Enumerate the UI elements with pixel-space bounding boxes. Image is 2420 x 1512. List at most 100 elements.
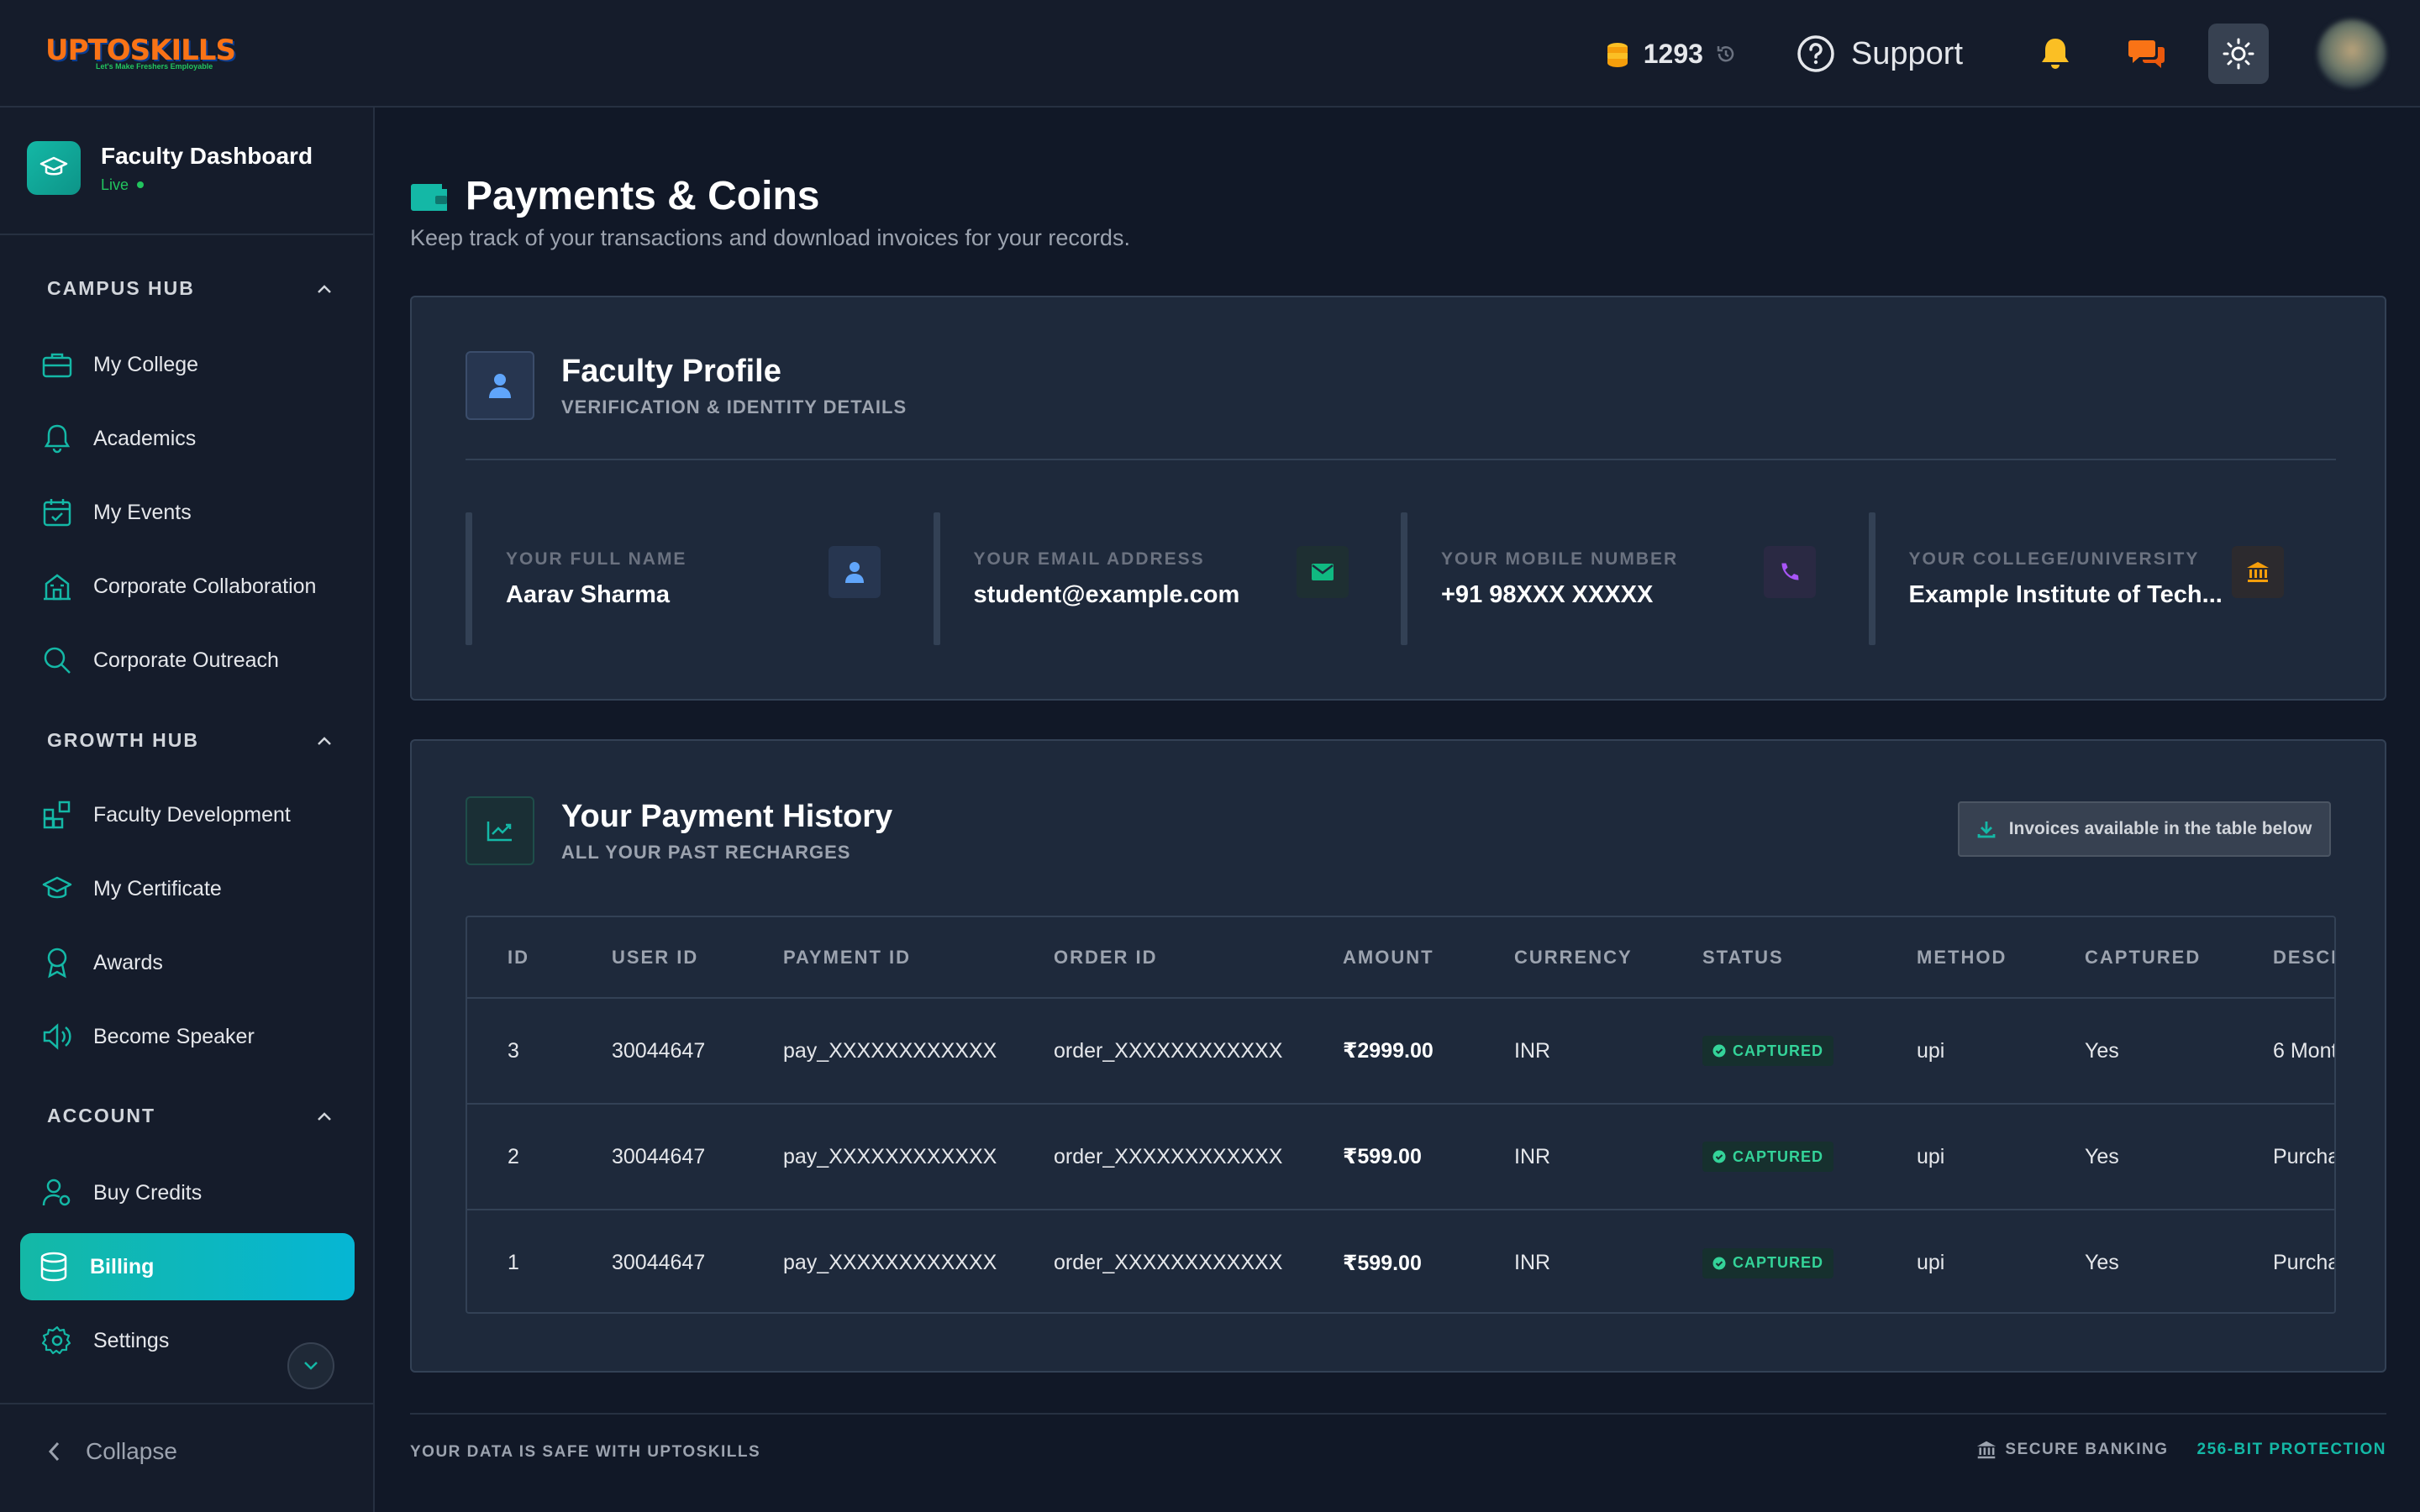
column-header[interactable]: ORDER ID — [1013, 917, 1302, 999]
faculty-profile-card: Faculty Profile VERIFICATION & IDENTITY … — [410, 296, 2386, 701]
wallet-icon — [411, 183, 447, 211]
sidebar-item-billing[interactable]: Billing — [20, 1233, 355, 1300]
field-label: YOUR FULL NAME — [506, 549, 687, 569]
cell-method: upi — [1917, 1251, 1945, 1274]
chat-icon[interactable] — [2128, 37, 2166, 71]
chevron-up-icon — [318, 1111, 331, 1121]
check-circle-icon — [1712, 1150, 1726, 1163]
chevron-up-icon — [318, 284, 331, 293]
app-logo[interactable]: UPTOSKILLS Let's Make Freshers Employabl… — [40, 25, 236, 76]
cell-id: 3 — [467, 998, 571, 1105]
sidebar-item-corporate-outreach[interactable]: Corporate Outreach — [40, 643, 279, 677]
cell-currency: INR — [1514, 1251, 1551, 1274]
bank-icon — [1977, 1441, 1996, 1459]
live-dot — [137, 181, 145, 188]
cell-description: Purchase — [2273, 1251, 2334, 1274]
sidebar-item-my-college[interactable]: My College — [40, 348, 198, 381]
sidebar-scroll-down-button[interactable] — [287, 1342, 334, 1389]
chevron-up-icon — [318, 736, 331, 745]
column-header[interactable]: ID — [467, 917, 571, 999]
field-accent-bar — [1868, 512, 1876, 645]
history-subtitle: ALL YOUR PAST RECHARGES — [561, 841, 851, 863]
cell-order-id: order_XXXXXXXXXXXX — [1054, 1251, 1283, 1274]
collapse-sidebar-button[interactable]: Collapse — [47, 1438, 177, 1465]
table-header-row: ID USER ID PAYMENT ID ORDER ID AMOUNT CU… — [467, 917, 2334, 999]
download-icon — [1977, 822, 1996, 838]
sidebar-item-label: Academics — [93, 426, 197, 450]
cell-status: CAPTURED — [1662, 1210, 1876, 1312]
payment-table: ID USER ID PAYMENT ID ORDER ID AMOUNT CU… — [467, 917, 2334, 1312]
column-header[interactable]: AMOUNT — [1302, 917, 1474, 999]
envelope-icon — [1296, 546, 1349, 598]
cell-description: Purchase — [2233, 1104, 2334, 1210]
cell-captured: Yes — [2044, 998, 2233, 1105]
sidebar-item-faculty-development[interactable]: Faculty Development — [40, 798, 291, 832]
theme-toggle-button[interactable] — [2208, 24, 2269, 84]
user-icon — [466, 351, 534, 420]
sidebar-item-label: Buy Credits — [93, 1180, 203, 1205]
invoices-info-label: Invoices available in the table below — [2008, 819, 2312, 838]
cell-method: upi — [1876, 1104, 2044, 1210]
sidebar-item-label: Awards — [93, 950, 163, 974]
status-label: CAPTURED — [1733, 1042, 1824, 1059]
column-header[interactable]: USER ID — [571, 917, 743, 999]
sidebar-item-awards[interactable]: Awards — [40, 946, 163, 979]
column-header[interactable]: METHOD — [1876, 917, 2044, 999]
sidebar-item-label: Corporate Collaboration — [93, 574, 317, 598]
cell-currency: INR — [1474, 1104, 1662, 1210]
brand-title: Faculty Dashboard — [101, 142, 313, 169]
column-header[interactable]: CURRENCY — [1474, 917, 1662, 999]
field-value: +91 98XXX XXXXX — [1441, 581, 1654, 608]
help-icon — [1797, 35, 1834, 72]
sidebar-item-settings[interactable]: Settings — [40, 1324, 169, 1357]
payment-history-card: Your Payment History ALL YOUR PAST RECHA… — [410, 739, 2386, 1373]
table-row[interactable]: 3 30044647 pay_XXXXXXXXXXXX order_XXXXXX… — [467, 998, 2334, 1105]
speaker-icon — [40, 1020, 74, 1053]
bell-outline-icon — [40, 422, 74, 455]
footer-divider — [410, 1413, 2386, 1415]
sidebar-item-my-certificate[interactable]: My Certificate — [40, 872, 222, 906]
support-button[interactable]: Support — [1796, 34, 1963, 74]
user-avatar[interactable] — [2317, 19, 2386, 88]
sidebar-item-label: Become Speaker — [93, 1024, 255, 1048]
field-label: YOUR EMAIL ADDRESS — [973, 549, 1205, 569]
check-circle-icon — [1712, 1044, 1726, 1058]
section-campus-hub[interactable]: CAMPUS HUB — [47, 277, 333, 300]
sidebar-item-become-speaker[interactable]: Become Speaker — [40, 1020, 255, 1053]
profile-field-college: YOUR COLLEGE/UNIVERSITY Example Institut… — [1868, 512, 2337, 645]
sidebar-item-label: My Certificate — [93, 876, 222, 900]
support-label: Support — [1850, 35, 1963, 71]
table-row[interactable]: 1 30044647 pay_XXXXXXXXXXXX order_XXXXXX… — [467, 1210, 2334, 1312]
cell-captured: Yes — [2044, 1104, 2233, 1210]
coins-icon — [1607, 43, 1628, 67]
page-subtitle: Keep track of your transactions and down… — [410, 225, 1130, 250]
briefcase-icon — [40, 348, 74, 381]
column-header[interactable]: DESCRIPTION — [2233, 917, 2334, 999]
cell-order-id: order_XXXXXXXXXXXX — [1013, 998, 1302, 1105]
section-account[interactable]: ACCOUNT — [47, 1105, 333, 1127]
sidebar: Faculty Dashboard Live CAMPUS HUB My Col… — [0, 108, 375, 1512]
profile-subtitle: VERIFICATION & IDENTITY DETAILS — [561, 396, 908, 417]
sidebar-item-academics[interactable]: Academics — [40, 422, 196, 455]
cell-amount: ₹2999.00 — [1302, 998, 1474, 1105]
coin-balance[interactable]: 1293 — [1603, 39, 1737, 70]
user-icon — [829, 546, 881, 598]
section-growth-hub[interactable]: GROWTH HUB — [47, 729, 333, 752]
history-icon[interactable] — [1715, 43, 1737, 65]
sidebar-brand[interactable]: Faculty Dashboard Live — [27, 141, 313, 195]
sidebar-item-corporate-collaboration[interactable]: Corporate Collaboration — [40, 570, 316, 603]
table-row[interactable]: 2 30044647 pay_XXXXXXXXXXXX order_XXXXXX… — [467, 1104, 2334, 1210]
protection-label: 256-BIT PROTECTION — [2196, 1441, 2386, 1458]
payment-table-container[interactable]: ID USER ID PAYMENT ID ORDER ID AMOUNT CU… — [466, 916, 2336, 1314]
sidebar-item-my-events[interactable]: My Events — [40, 496, 192, 529]
column-header[interactable]: PAYMENT ID — [743, 917, 1013, 999]
invoices-info-button[interactable]: Invoices available in the table below — [1958, 801, 2331, 857]
bell-icon[interactable] — [2039, 36, 2072, 71]
blocks-icon — [40, 798, 74, 832]
cell-id: 1 — [508, 1251, 519, 1274]
sidebar-item-buy-credits[interactable]: Buy Credits — [40, 1176, 202, 1210]
column-header[interactable]: STATUS — [1662, 917, 1876, 999]
field-value: Aarav Sharma — [506, 581, 671, 608]
column-header[interactable]: CAPTURED — [2044, 917, 2233, 999]
graduation-cap-icon — [27, 141, 81, 195]
